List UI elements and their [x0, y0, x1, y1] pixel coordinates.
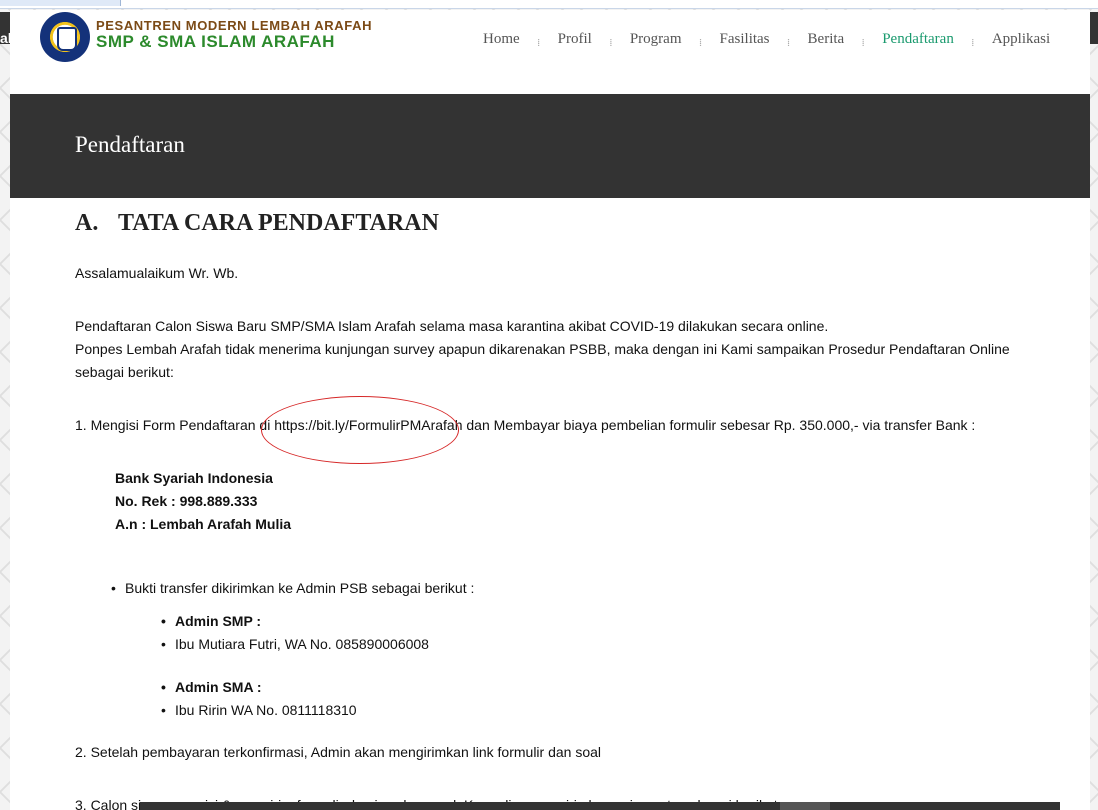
right-dark-edge [1090, 12, 1098, 44]
browser-top-strip [0, 0, 1098, 9]
nav-separator: ⁞ [787, 36, 791, 49]
admin-smp-label: Admin SMP : [161, 613, 261, 629]
brand-line-2[interactable]: SMP & SMA ISLAM ARAFAH [96, 32, 335, 52]
intro-line-1: Pendaftaran Calon Siswa Baru SMP/SMA Isl… [75, 318, 829, 334]
intro-line-2: Ponpes Lembah Arafah tidak menerima kunj… [75, 341, 1010, 357]
bank-holder: A.n : Lembah Arafah Mulia [115, 516, 292, 532]
scrollbar-thumb[interactable] [780, 802, 830, 810]
nav-profil[interactable]: Profil [558, 31, 592, 48]
page-container: PESANTREN MODERN LEMBAH ARAFAH SMP & SMA… [10, 10, 1090, 810]
brand-line-1[interactable]: PESANTREN MODERN LEMBAH ARAFAH [96, 18, 372, 33]
page-title: Pendaftaran [75, 132, 185, 157]
step-1-suffix: dan Membayar biaya pembelian formulir se… [462, 417, 976, 433]
step-2: 2. Setelah pembayaran terkonfirmasi, Adm… [75, 744, 602, 760]
nav-pendaftaran[interactable]: Pendaftaran [882, 31, 954, 48]
greeting-text: Assalamualaikum Wr. Wb. [75, 265, 239, 281]
nav-program[interactable]: Program [630, 31, 682, 48]
nav-applikasi[interactable]: Applikasi [992, 31, 1050, 48]
nav-berita[interactable]: Berita [808, 31, 845, 48]
main-nav: Home ⁞ Profil ⁞ Program ⁞ Fasilitas ⁞ Be… [483, 31, 1050, 49]
bank-account: No. Rek : 998.889.333 [115, 493, 258, 509]
browser-tab-fragment[interactable] [0, 0, 121, 6]
nav-separator: ⁞ [861, 36, 865, 49]
nav-separator: ⁞ [537, 36, 541, 49]
bank-name: Bank Syariah Indonesia [115, 470, 273, 486]
red-annotation-circle [261, 396, 459, 464]
intro-line-3: sebagai berikut: [75, 364, 174, 380]
admin-sma-label: Admin SMA : [161, 679, 262, 695]
admin-smp-contact: Ibu Mutiara Futri, WA No. 085890006008 [161, 636, 429, 652]
nav-separator: ⁞ [609, 36, 613, 49]
section-title: TATA CARA PENDAFTARAN [118, 210, 439, 236]
page-banner: Pendaftaran [10, 94, 1090, 198]
nav-fasilitas[interactable]: Fasilitas [720, 31, 770, 48]
left-dark-edge: al [0, 12, 12, 46]
transfer-note: Bukti transfer dikirimkan ke Admin PSB s… [111, 580, 474, 596]
site-header: PESANTREN MODERN LEMBAH ARAFAH SMP & SMA… [10, 10, 1090, 94]
school-logo-icon[interactable] [40, 12, 90, 62]
nav-separator: ⁞ [971, 36, 975, 49]
logo-shield-icon [57, 27, 77, 51]
nav-separator: ⁞ [698, 36, 703, 49]
section-heading: A. TATA CARA PENDAFTARAN [75, 210, 439, 237]
step-1: 1. Mengisi Form Pendaftaran di https://b… [75, 414, 975, 437]
nav-home[interactable]: Home [483, 31, 520, 48]
bottom-scrollbar[interactable] [140, 802, 1060, 810]
admin-sma-contact: Ibu Ririn WA No. 0811118310 [161, 702, 357, 718]
step-1-prefix: 1. Mengisi Form Pendaftaran di [75, 417, 275, 433]
section-letter: A. [75, 210, 99, 236]
